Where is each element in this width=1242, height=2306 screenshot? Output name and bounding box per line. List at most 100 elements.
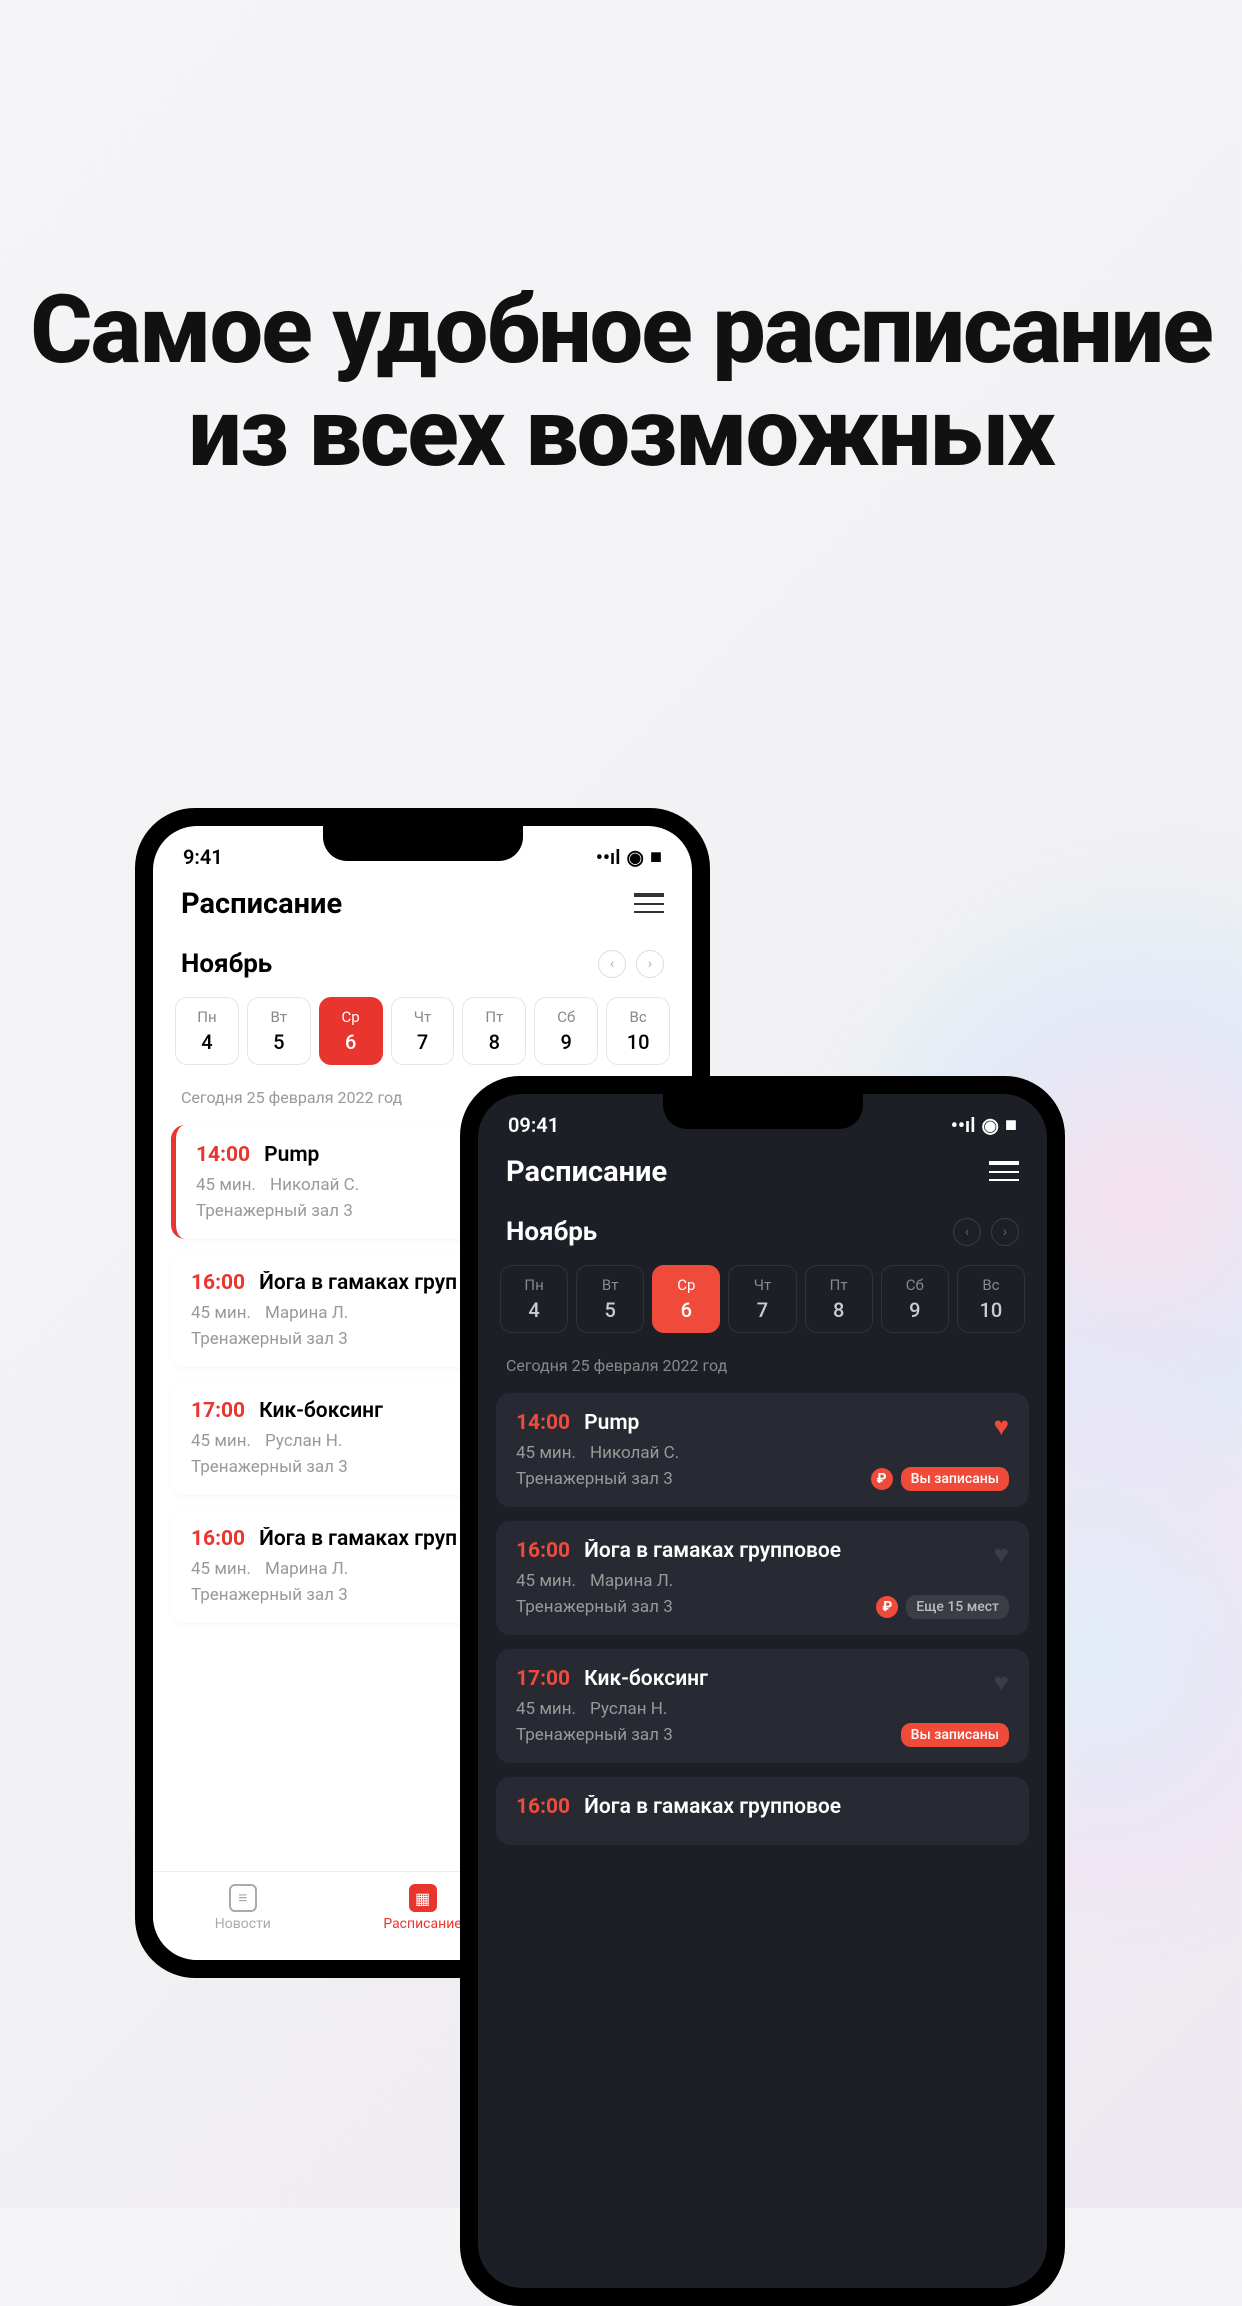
event-trainer: Руслан Н.	[590, 1699, 667, 1719]
status-time: 09:41	[508, 1113, 559, 1137]
month-label: Ноябрь	[506, 1217, 597, 1247]
day-button[interactable]: Вс10	[957, 1265, 1025, 1333]
event-time: 16:00	[191, 1527, 245, 1551]
ruble-icon: ₽	[871, 1468, 893, 1490]
notch	[663, 1094, 863, 1129]
heart-icon[interactable]: ♥	[994, 1539, 1009, 1570]
event-card[interactable]: 16:00Йога в гамаках групповое	[496, 1777, 1029, 1845]
month-row: Ноябрь ‹ ›	[478, 1209, 1047, 1265]
day-number: 7	[396, 1030, 450, 1054]
day-label: Пт	[810, 1276, 868, 1294]
event-card[interactable]: 16:00Йога в гамаках групповое45 мин.Мари…	[496, 1521, 1029, 1635]
day-number: 9	[539, 1030, 593, 1054]
filter-icon[interactable]	[989, 1161, 1019, 1183]
event-time: 14:00	[516, 1411, 570, 1435]
day-number: 6	[657, 1298, 715, 1322]
event-title: Йога в гамаках групповое	[584, 1539, 841, 1563]
status-badge: Вы записаны	[901, 1467, 1009, 1491]
header: Расписание	[478, 1145, 1047, 1209]
next-month-button[interactable]: ›	[636, 950, 664, 978]
status-icons: ••ıl ◉ ■	[596, 844, 662, 869]
next-month-button[interactable]: ›	[991, 1218, 1019, 1246]
event-duration: 45 мин.	[516, 1699, 576, 1719]
day-label: Пн	[180, 1008, 234, 1026]
signal-icon: ••ıl	[596, 845, 621, 869]
event-time: 16:00	[516, 1539, 570, 1563]
day-number: 10	[611, 1030, 665, 1054]
notch	[323, 826, 523, 861]
month-nav: ‹ ›	[953, 1218, 1019, 1246]
filter-icon[interactable]	[634, 893, 664, 915]
heart-icon[interactable]: ♥	[994, 1667, 1009, 1698]
day-label: Чт	[396, 1008, 450, 1026]
day-label: Вт	[581, 1276, 639, 1294]
event-trainer: Руслан Н.	[265, 1431, 342, 1451]
day-button[interactable]: Сб 9	[881, 1265, 949, 1333]
day-label: Вт	[252, 1008, 306, 1026]
day-button[interactable]: Сб 9	[534, 997, 598, 1065]
event-trainer: Марина Л.	[590, 1571, 673, 1591]
day-number: 6	[324, 1030, 378, 1054]
event-title: Кик-боксинг	[584, 1667, 708, 1691]
day-button[interactable]: Пн4	[175, 997, 239, 1065]
wifi-icon: ◉	[626, 845, 643, 869]
today-text: Сегодня 25 февраля 2022 год	[478, 1348, 1047, 1393]
day-label: Сб	[886, 1276, 944, 1294]
event-title: Кик-боксинг	[259, 1399, 383, 1423]
day-label: Вс	[611, 1008, 665, 1026]
day-picker: Пн4 Вт 5 Ср 6 Чт 7 Пт8 Сб 9 Вс 10	[153, 997, 692, 1080]
day-label: Вс	[962, 1276, 1020, 1294]
month-nav: ‹ ›	[598, 950, 664, 978]
day-label: Ср	[324, 1008, 378, 1026]
day-label: Чт	[733, 1276, 791, 1294]
day-number: 5	[252, 1030, 306, 1054]
page-title: Расписание	[181, 887, 342, 921]
day-button[interactable]: Вт 5	[247, 997, 311, 1065]
event-card[interactable]: 17:00Кик-боксинг45 мин.Руслан Н.Тренажер…	[496, 1649, 1029, 1763]
events-list: 14:00Pump45 мин.Николай С.Тренажерный за…	[478, 1393, 1047, 1845]
day-label: Ср	[657, 1276, 715, 1294]
event-title: Йога в гамаках групповое	[584, 1795, 841, 1819]
day-picker: Пн4 Вт 5 Ср 6 Чт 7 Пт 8 Сб 9 Вс10	[478, 1265, 1047, 1348]
day-button[interactable]: Ср 6	[652, 1265, 720, 1333]
status-badge: Еще 15 мест	[906, 1595, 1009, 1619]
event-badges: ₽ Еще 15 мест	[876, 1595, 1009, 1619]
prev-month-button[interactable]: ‹	[598, 950, 626, 978]
day-number: 5	[581, 1298, 639, 1322]
event-time: 17:00	[191, 1399, 245, 1423]
day-label: Сб	[539, 1008, 593, 1026]
month-row: Ноябрь ‹ ›	[153, 941, 692, 997]
day-button[interactable]: Пт8	[462, 997, 526, 1065]
day-button[interactable]: Пт 8	[805, 1265, 873, 1333]
event-title: Pump	[264, 1143, 319, 1167]
status-badge: Вы записаны	[901, 1723, 1009, 1747]
day-number: 8	[810, 1298, 868, 1322]
day-number: 7	[733, 1298, 791, 1322]
headline: Самое удобное расписание из всех возможн…	[0, 280, 1242, 485]
month-label: Ноябрь	[181, 949, 272, 979]
status-time: 9:41	[183, 845, 223, 869]
event-duration: 45 мин.	[191, 1559, 251, 1579]
event-duration: 45 мин.	[191, 1303, 251, 1323]
tab-Новости[interactable]: ≡Новости	[153, 1884, 333, 1932]
day-button[interactable]: Чт 7	[391, 997, 455, 1065]
event-trainer: Николай С.	[270, 1175, 359, 1195]
event-title: Йога в гамаках груп	[259, 1527, 457, 1551]
day-number: 9	[886, 1298, 944, 1322]
heart-icon[interactable]: ♥	[994, 1411, 1009, 1442]
day-button[interactable]: Пн4	[500, 1265, 568, 1333]
day-button[interactable]: Ср 6	[319, 997, 383, 1065]
event-card[interactable]: 14:00Pump45 мин.Николай С.Тренажерный за…	[496, 1393, 1029, 1507]
day-button[interactable]: Вт 5	[576, 1265, 644, 1333]
prev-month-button[interactable]: ‹	[953, 1218, 981, 1246]
day-number: 4	[505, 1298, 563, 1322]
event-title: Pump	[584, 1411, 639, 1435]
event-duration: 45 мин.	[191, 1431, 251, 1451]
status-icons: ••ıl ◉ ■	[951, 1112, 1017, 1137]
ruble-icon: ₽	[876, 1596, 898, 1618]
phone-mockup-dark: 09:41 ••ıl ◉ ■ Расписание Ноябрь ‹ › Пн4…	[460, 1076, 1065, 2306]
event-time: 17:00	[516, 1667, 570, 1691]
day-button[interactable]: Чт 7	[728, 1265, 796, 1333]
event-badges: ₽ Вы записаны	[871, 1467, 1009, 1491]
day-button[interactable]: Вс 10	[606, 997, 670, 1065]
